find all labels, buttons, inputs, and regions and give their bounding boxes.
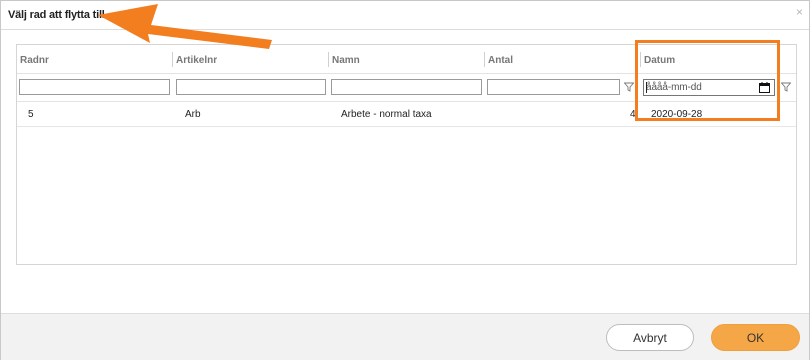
cell-namn: Arbete - normal taxa <box>341 109 432 120</box>
text-caret <box>646 82 647 93</box>
table-row[interactable]: 5 Arb Arbete - normal taxa 4 2020-09-28 <box>17 102 796 127</box>
rows-grid: Radnr Artikelnr Namn Antal Datum åååå-mm… <box>16 44 797 265</box>
arrow-annotation <box>98 4 272 49</box>
cell-radnr: 5 <box>28 109 34 120</box>
filter-input-datum[interactable]: åååå-mm-dd <box>643 79 775 96</box>
column-header-antal[interactable]: Antal <box>485 45 641 73</box>
cell-artikelnr: Arb <box>185 109 201 120</box>
date-placeholder: åååå-mm-dd <box>646 82 702 93</box>
filter-row: åååå-mm-dd <box>17 74 796 102</box>
column-label: Datum <box>644 55 676 66</box>
cell-datum: 2020-09-28 <box>651 109 703 120</box>
column-label: Namn <box>332 55 360 66</box>
filter-input-radnr[interactable] <box>19 79 170 95</box>
filter-funnel-icon[interactable] <box>781 82 791 92</box>
dialog-footer: Avbryt OK <box>1 313 809 360</box>
column-header-namn[interactable]: Namn <box>329 45 485 73</box>
calendar-icon[interactable] <box>759 82 770 93</box>
cell-antal: 4 <box>630 109 636 120</box>
cancel-button[interactable]: Avbryt <box>606 324 694 351</box>
column-header-datum[interactable]: Datum <box>641 45 796 73</box>
ok-button[interactable]: OK <box>711 324 800 351</box>
filter-input-artikelnr[interactable] <box>176 79 326 95</box>
filter-funnel-icon[interactable] <box>624 82 634 92</box>
column-label: Antal <box>488 55 513 66</box>
filter-input-antal[interactable] <box>487 79 620 95</box>
filter-input-namn[interactable] <box>331 79 482 95</box>
close-icon[interactable]: × <box>796 5 803 19</box>
